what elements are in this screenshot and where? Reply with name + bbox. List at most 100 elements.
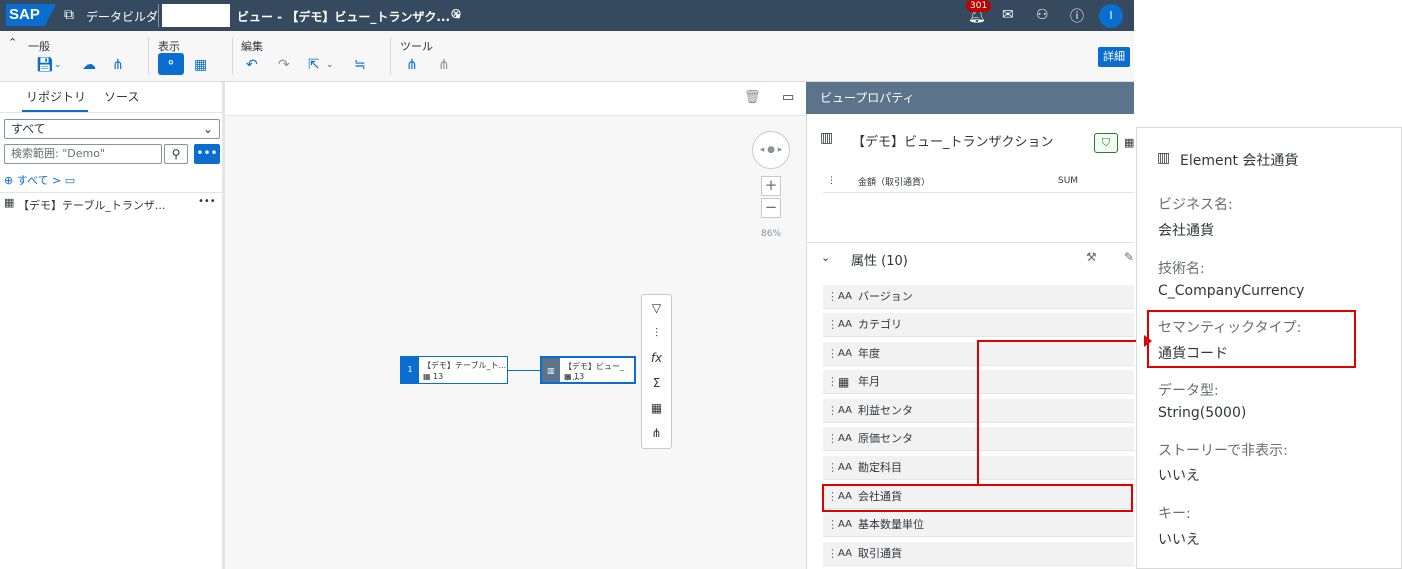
highlight-box bbox=[1147, 310, 1356, 368]
tab-underline bbox=[22, 110, 88, 112]
text-type-icon: AA bbox=[838, 548, 852, 559]
drag-handle-icon: ⋮ bbox=[827, 318, 838, 331]
network-icon[interactable]: ⋔ bbox=[438, 57, 450, 73]
chevron-down-icon[interactable]: ⌄ bbox=[326, 60, 334, 70]
wrench-icon[interactable]: ⚒ bbox=[1086, 250, 1097, 264]
deploy-icon[interactable]: ☁ bbox=[82, 57, 96, 73]
attribute-label: 基本数量単位 bbox=[858, 518, 924, 531]
more-button[interactable]: ••• bbox=[194, 144, 220, 164]
text-type-icon: AA bbox=[838, 291, 852, 302]
chevron-down-icon: ⌄ bbox=[202, 122, 213, 136]
attribute-row[interactable]: ⋮ AA バージョン bbox=[823, 285, 1134, 309]
canvas-toolbar: 🗑︎ ▭ bbox=[225, 82, 806, 116]
zoom-in-button[interactable]: + bbox=[761, 176, 781, 196]
zoom-level: 86% bbox=[761, 229, 782, 239]
close-tab-icon[interactable]: ⊗ bbox=[450, 6, 462, 22]
list-item[interactable]: ▦ 【デモ】テーブル_トランザ... ••• bbox=[0, 192, 222, 215]
popover-title: Element 会社通貨 bbox=[1180, 153, 1299, 169]
function-icon[interactable]: fx bbox=[642, 351, 671, 365]
tab-repository[interactable]: リポジトリ bbox=[26, 88, 86, 105]
trash-icon[interactable]: 🗑︎ bbox=[744, 90, 761, 105]
text-type-icon: AA bbox=[838, 433, 852, 444]
field-label: 技術名: bbox=[1158, 261, 1205, 277]
field-value: いいえ bbox=[1158, 532, 1200, 548]
help-icon[interactable]: ⓘ bbox=[1070, 6, 1084, 26]
node-count: 13 bbox=[433, 372, 444, 381]
attribute-label: 取引通貨 bbox=[858, 547, 902, 560]
adjust-icon[interactable]: ⫶ bbox=[642, 326, 671, 341]
diagram-canvas[interactable] bbox=[225, 82, 806, 569]
text-type-icon: AA bbox=[838, 462, 852, 473]
connections-icon[interactable]: ⚇ bbox=[1036, 7, 1049, 23]
share-icon[interactable]: ⋔ bbox=[112, 57, 124, 73]
tab-sources[interactable]: ソース bbox=[104, 88, 139, 105]
search-button[interactable]: ⚲ bbox=[164, 144, 188, 164]
attribute-row[interactable]: ⋮ AA 基本数量単位 bbox=[823, 513, 1134, 537]
undo-icon[interactable]: ↶ bbox=[246, 57, 258, 73]
divider bbox=[0, 112, 222, 113]
impact-icon[interactable]: ≒ bbox=[354, 57, 366, 73]
properties-header: ビュープロパティ bbox=[806, 82, 1134, 114]
attribute-label: 原価センタ bbox=[858, 432, 913, 445]
table-icon[interactable]: ▦ bbox=[1124, 136, 1134, 149]
divider bbox=[390, 37, 391, 75]
annotation-line bbox=[977, 340, 979, 486]
attributes-heading: 属性 (10) bbox=[851, 254, 908, 269]
attribute-row[interactable]: ⋮ AA カテゴリ bbox=[823, 313, 1134, 337]
attribute-row[interactable]: ⋮ AA 取引通貨 bbox=[823, 542, 1134, 566]
filter-icon[interactable]: ▽ bbox=[642, 301, 671, 315]
data-builder-icon: ⧉ bbox=[64, 7, 74, 23]
diagram-view-icon[interactable]: ⚬ bbox=[158, 53, 184, 75]
breadcrumb-label[interactable]: すべて > bbox=[17, 174, 62, 187]
redacted-box bbox=[162, 4, 230, 27]
divider bbox=[158, 4, 159, 27]
save-icon[interactable]: 💾︎ bbox=[36, 57, 54, 73]
field-value: C_CompanyCurrency bbox=[1158, 283, 1305, 299]
association-icon[interactable]: ⋔ bbox=[642, 426, 671, 440]
table-icon[interactable]: ▦ bbox=[642, 401, 671, 415]
attribute-label: カテゴリ bbox=[858, 318, 902, 331]
chevron-down-icon[interactable]: ⌄ bbox=[821, 251, 830, 264]
measure-row[interactable]: ⋮ 金額（取引通貨） SUM bbox=[823, 174, 1134, 193]
divider bbox=[148, 37, 149, 75]
lineage-icon[interactable]: ⋔ bbox=[406, 57, 418, 73]
export-icon[interactable]: ⇱ bbox=[308, 57, 320, 73]
deployed-status-icon: ⛉ bbox=[1094, 133, 1118, 153]
zoom-out-button[interactable]: − bbox=[761, 198, 781, 218]
pan-control[interactable]: ◂ ● ▸ bbox=[752, 131, 790, 169]
highlight-box bbox=[822, 484, 1133, 512]
sap-logo[interactable]: SAP bbox=[6, 4, 56, 26]
search-input[interactable]: 検索範囲: "Demo" bbox=[4, 144, 162, 164]
node-title: 【デモ】テーブル_ト... bbox=[423, 361, 507, 370]
field-label: キー: bbox=[1158, 506, 1191, 522]
filter-select[interactable]: すべて ⌄ bbox=[4, 119, 220, 139]
view-icon: ▥ bbox=[542, 358, 560, 382]
search-icon: ⚲ bbox=[171, 147, 181, 161]
view-title[interactable]: ビュー - 【デモ】ビュー_トランザク... • bbox=[237, 8, 462, 25]
folder-icon: ▭ bbox=[64, 174, 76, 187]
field-label: ストーリーで非表示: bbox=[1158, 443, 1288, 459]
field-label: ビジネス名: bbox=[1158, 197, 1233, 213]
annotation-arrow bbox=[1144, 335, 1152, 347]
chevron-down-icon[interactable]: ⌄ bbox=[54, 60, 62, 70]
redo-icon[interactable]: ↷ bbox=[278, 57, 290, 73]
edit-icon[interactable]: ✎ bbox=[1124, 250, 1134, 264]
feedback-icon[interactable]: ✉ bbox=[1002, 7, 1014, 23]
more-icon[interactable]: ••• bbox=[198, 196, 216, 207]
notification-badge: 301 bbox=[966, 0, 992, 12]
drag-handle-icon: ⋮ bbox=[827, 461, 838, 474]
view-node[interactable]: ▥ 【デモ】ビュー_ト... ▦ 13 bbox=[540, 356, 636, 384]
left-panel: リポジトリ ソース すべて ⌄ 検索範囲: "Demo" ⚲ ••• ⊕ すべて… bbox=[0, 82, 223, 569]
avatar[interactable]: I bbox=[1099, 4, 1123, 28]
sum-icon[interactable]: Σ bbox=[642, 376, 671, 390]
drag-handle-icon: ⋮ bbox=[827, 547, 838, 560]
table-view-icon[interactable]: ▦ bbox=[194, 57, 207, 73]
collapse-icon[interactable]: ⌃ bbox=[8, 36, 17, 49]
field-label: データ型: bbox=[1158, 383, 1219, 399]
app-name[interactable]: データビルダ bbox=[86, 8, 158, 25]
detail-button[interactable]: 詳細 bbox=[1098, 47, 1130, 67]
text-type-icon: AA bbox=[838, 319, 852, 330]
source-node[interactable]: 1 【デモ】テーブル_ト... ▦ 13 bbox=[400, 356, 508, 384]
breadcrumb[interactable]: ⊕ すべて > ▭ bbox=[4, 172, 75, 188]
monitor-icon[interactable]: ▭ bbox=[782, 90, 794, 105]
